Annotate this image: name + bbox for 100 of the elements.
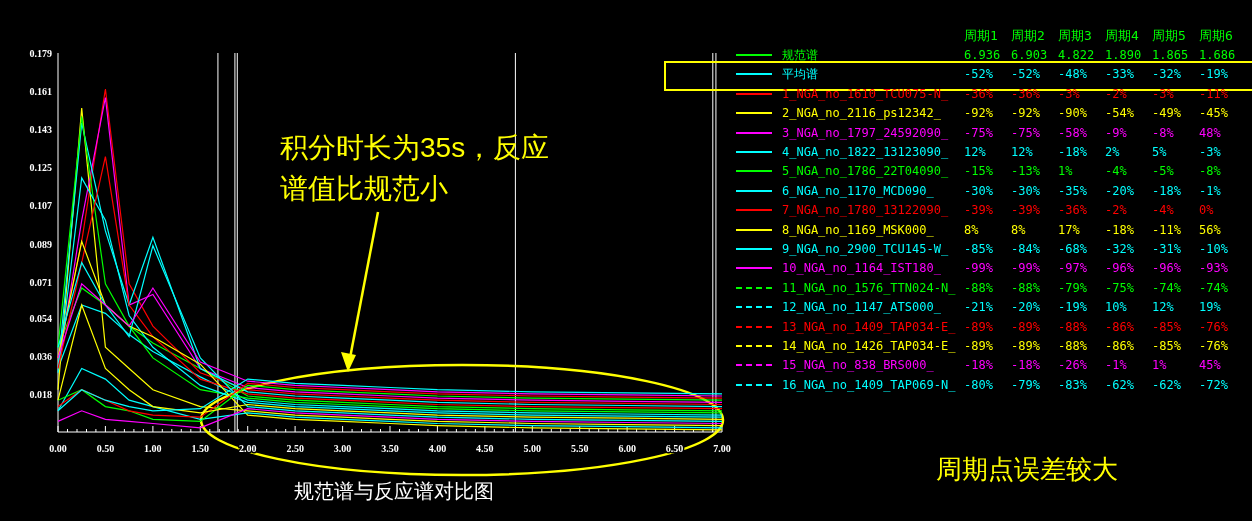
- y-tick-label: 0.125: [29, 162, 52, 174]
- table-cell-text: -92%: [1011, 106, 1041, 121]
- table-cell-text: -75%: [1011, 125, 1041, 140]
- table-cell-text: -3%: [1199, 145, 1222, 160]
- table-cell-text: -18%: [1105, 222, 1135, 237]
- table-cell-text: -84%: [1011, 242, 1041, 256]
- column-header: 周期5: [1152, 26, 1187, 45]
- y-tick-label: 0.054: [29, 312, 52, 324]
- table-cell-text: -11%: [1152, 222, 1182, 237]
- table-cell-text: -26%: [1058, 358, 1088, 373]
- table-cell-text: -2%: [1105, 86, 1128, 101]
- x-tick-label: 2.50: [286, 443, 304, 454]
- column-header: 周期4: [1105, 26, 1140, 45]
- table-cell-text: -62%: [1152, 377, 1182, 392]
- x-tick-label: 5.50: [570, 443, 589, 454]
- table-cell-text: -75%: [1105, 280, 1135, 295]
- table-cell-text: -89%: [964, 338, 994, 353]
- table-cell-text: -15%: [964, 164, 994, 179]
- table-cell-text: -20%: [1105, 183, 1135, 198]
- y-tick-label: 0.071: [29, 276, 52, 288]
- table-cell-text: -32%: [1152, 67, 1182, 82]
- table-cell-text: -79%: [1058, 280, 1088, 295]
- table-cell-text: -89%: [1011, 319, 1041, 334]
- x-tick-label: 5.00: [523, 443, 542, 454]
- table-cell-text: -20%: [1011, 300, 1041, 315]
- table-cell-text: 1%: [1152, 358, 1168, 373]
- series-name: 11_NGA_no_1576_TTN024-N_: [782, 280, 957, 295]
- table-cell-text: -8%: [1199, 164, 1222, 179]
- y-tick-label: 0.143: [29, 124, 52, 136]
- table-cell-text: -96%: [1105, 261, 1135, 276]
- table-cell-text: -62%: [1105, 377, 1135, 392]
- table-cell-text: -1%: [1105, 358, 1128, 373]
- x-tick-label: 4.00: [428, 443, 447, 454]
- x-tick-label: 3.50: [381, 443, 399, 454]
- table-cell-text: -96%: [1152, 261, 1182, 276]
- x-tick-label: 1.50: [191, 443, 210, 454]
- note-text: 周期点误差较大: [936, 453, 1119, 487]
- table-cell-text: -83%: [1058, 377, 1088, 392]
- y-tick-label: 0.179: [29, 48, 52, 59]
- table-cell-text: 1%: [1058, 164, 1074, 179]
- table-cell-text: -88%: [964, 280, 994, 295]
- table-cell-text: -74%: [1199, 280, 1229, 295]
- table-cell-text: -35%: [1058, 183, 1088, 198]
- table-cell-text: -74%: [1152, 280, 1182, 295]
- table-cell-text: 4.822: [1058, 48, 1096, 63]
- table-cell-text: -72%: [1199, 377, 1229, 392]
- table-cell-text: 1.865: [1152, 48, 1190, 63]
- table-cell-text: 8%: [964, 222, 980, 237]
- table-cell-text: 1.686: [1199, 48, 1237, 63]
- series-name: 16_NGA_no_1409_TAP069-N_: [782, 377, 957, 392]
- series-name: 12_NGA_no_1147_ATS000_: [782, 300, 942, 315]
- table-cell-text: -18%: [1011, 358, 1041, 373]
- table-cell-text: -79%: [1011, 377, 1041, 392]
- table-cell-text: -21%: [964, 300, 994, 315]
- table-cell-text: -30%: [964, 183, 994, 198]
- table-cell-text: -89%: [964, 319, 994, 334]
- table-cell-text: -1%: [1199, 183, 1222, 198]
- table-cell-text: -11%: [1199, 86, 1229, 101]
- column-header: 周期6: [1199, 26, 1234, 45]
- series-name: 9_NGA_no_2900_TCU145-W_: [782, 242, 950, 256]
- table-cell-text: -2%: [1105, 203, 1128, 218]
- series-name: 8_NGA_no_1169_MSK000_: [782, 222, 935, 237]
- table-cell-text: 48%: [1199, 125, 1222, 140]
- table-cell-text: -76%: [1199, 338, 1229, 353]
- y-tick-label: 0.107: [29, 200, 52, 212]
- chart-title: 规范谱与反应谱对比图: [293, 479, 495, 504]
- table-cell-text: -19%: [1199, 67, 1229, 82]
- series-name: 2_NGA_no_2116_ps12342_: [782, 106, 942, 121]
- column-header: 周期3: [1058, 26, 1093, 45]
- y-tick-label: 0.036: [29, 350, 52, 362]
- x-tick-label: 6.00: [618, 443, 636, 454]
- series-name: 15_NGA_no_838_BRS000_: [782, 358, 935, 373]
- table-cell-text: -52%: [1011, 67, 1041, 82]
- table-cell-text: 56%: [1199, 222, 1222, 237]
- table-cell-text: 1.890: [1105, 48, 1143, 63]
- series-name: 6_NGA_no_1170_MCD090_: [782, 183, 935, 198]
- table-cell-text: -48%: [1058, 67, 1088, 82]
- series-name: 3_NGA_no_1797_24592090_: [782, 125, 950, 140]
- table-cell-text: -45%: [1199, 106, 1229, 121]
- x-tick-label: 0.00: [49, 443, 67, 454]
- table-cell-text: -88%: [1058, 338, 1088, 353]
- table-cell-text: -19%: [1058, 300, 1088, 315]
- table-cell-text: -93%: [1199, 261, 1229, 276]
- table-cell-text: -85%: [964, 242, 994, 256]
- series-name: 1_NGA_no_1610_TCU075-N_: [782, 86, 950, 101]
- table-cell-text: 5%: [1152, 145, 1168, 160]
- x-tick-label: 7.00: [713, 443, 731, 454]
- y-tick-label: 0.089: [29, 238, 52, 250]
- table-cell-text: 12%: [1011, 145, 1034, 160]
- table-cell-text: -33%: [1105, 67, 1135, 82]
- table-cell-text: -86%: [1105, 338, 1135, 353]
- table-cell-text: -13%: [1011, 164, 1041, 179]
- table-cell-text: -85%: [1152, 338, 1182, 353]
- series-name: 13_NGA_no_1409_TAP034-E_: [782, 319, 957, 334]
- table-cell-text: -99%: [964, 261, 994, 276]
- table-cell-text: -52%: [964, 67, 994, 82]
- table-cell-text: -68%: [1058, 242, 1088, 256]
- table-cell-text: -3%: [1058, 86, 1081, 101]
- table-cell-text: -4%: [1152, 203, 1175, 218]
- table-cell-text: -75%: [964, 125, 994, 140]
